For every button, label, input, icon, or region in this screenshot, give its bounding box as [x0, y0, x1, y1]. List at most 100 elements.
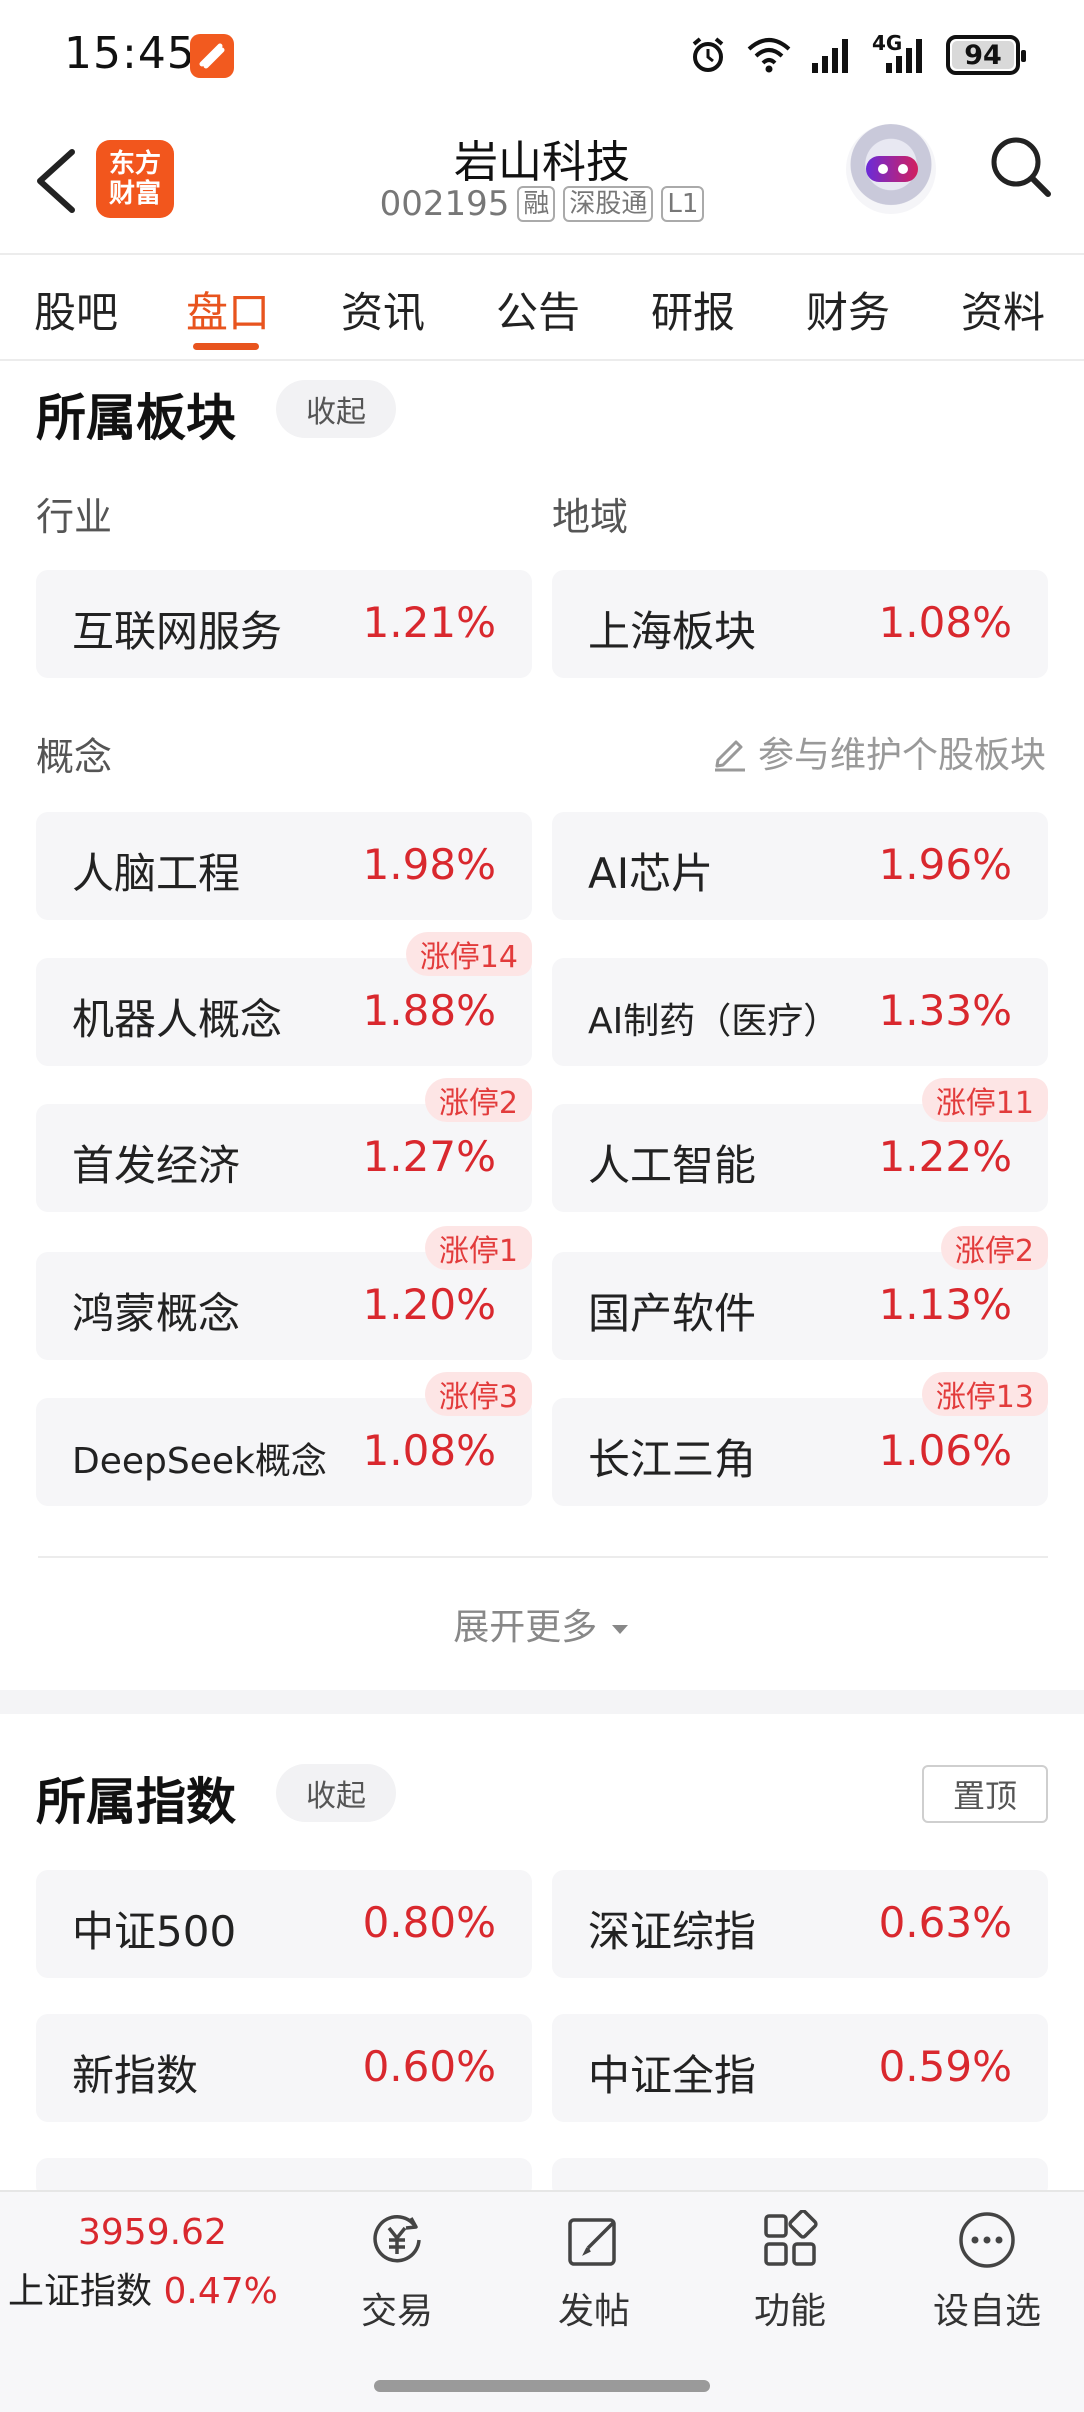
- nav-functions-label: 功能: [753, 2291, 826, 2332]
- status-bar: 15:45 4G 94: [0, 0, 1084, 110]
- pin-top-button[interactable]: 置顶: [922, 1765, 1048, 1823]
- index-name: 中证500: [72, 1907, 237, 1956]
- limit-up-badge: 涨停2: [940, 1226, 1048, 1270]
- index-change: 0.59%: [878, 2042, 1012, 2091]
- limit-up-badge: 涨停3: [424, 1372, 532, 1416]
- index-card[interactable]: 中证500 0.80%: [36, 1870, 532, 1978]
- region-label: 地域: [552, 495, 629, 539]
- index-change: 0.63%: [878, 1898, 1012, 1947]
- sectors-title: 所属板块: [36, 389, 236, 447]
- concept-name: 首发经济: [72, 1141, 241, 1190]
- concept-change: 1.13%: [878, 1280, 1012, 1329]
- concept-change: 1.98%: [362, 840, 496, 889]
- sector-change: 1.08%: [878, 598, 1012, 647]
- tab-news[interactable]: 资讯: [341, 279, 425, 340]
- tab-guba[interactable]: 股吧: [34, 279, 118, 340]
- index-card[interactable]: 新指数 0.60%: [36, 2014, 532, 2122]
- concept-card[interactable]: 涨停2 首发经济 1.27%: [36, 1078, 532, 1212]
- maintain-link-label: 参与维护个股板块: [757, 735, 1046, 776]
- concept-name: 机器人概念: [72, 995, 283, 1044]
- search-button[interactable]: [986, 132, 1056, 202]
- caret-down-icon: [611, 1625, 628, 1634]
- nav-post[interactable]: 发帖: [524, 2210, 664, 2334]
- index-card[interactable]: 深证综指 0.63%: [552, 1870, 1048, 1978]
- battery-indicator: 94: [946, 35, 1026, 75]
- trade-icon: [373, 2215, 421, 2263]
- sector-change: 1.21%: [362, 598, 496, 647]
- concept-card[interactable]: 人脑工程 1.98%: [36, 812, 532, 920]
- nav-functions[interactable]: 功能: [720, 2209, 860, 2334]
- app-notification-icon: [190, 34, 234, 78]
- signal-4g-icon: 4G: [872, 31, 928, 75]
- tab-pankou[interactable]: 盘口: [186, 279, 270, 340]
- index-name: 深证综指: [588, 1907, 757, 1956]
- concept-change: 1.88%: [362, 986, 496, 1035]
- tab-finance[interactable]: 财务: [806, 279, 890, 340]
- edit-icon: [714, 740, 745, 772]
- concept-change: 1.08%: [362, 1426, 496, 1475]
- concept-card[interactable]: 涨停14 机器人概念 1.88%: [36, 932, 532, 1066]
- section-separator: [0, 1690, 1084, 1714]
- tab-research[interactable]: 研报: [651, 279, 735, 340]
- concept-name: DeepSeek概念: [72, 1441, 327, 1482]
- index-name: 中证全指: [588, 2051, 757, 2100]
- concept-card[interactable]: 涨停13 长江三角 1.06%: [552, 1372, 1048, 1506]
- expand-more-label: 展开更多: [453, 1607, 598, 1648]
- active-tab-indicator: [193, 343, 259, 350]
- market-index-value: 3959.62: [78, 2212, 227, 2253]
- sector-name: 互联网服务: [72, 607, 283, 656]
- concept-change: 1.33%: [878, 986, 1012, 1035]
- home-indicator[interactable]: [374, 2380, 710, 2392]
- grid-icon: [764, 2209, 818, 2266]
- index-card[interactable]: 中证全指 0.59%: [552, 2014, 1048, 2122]
- wifi-icon: [747, 38, 791, 73]
- indices-title: 所属指数: [36, 1773, 236, 1831]
- industry-label: 行业: [36, 495, 113, 539]
- limit-up-badge: 涨停1: [424, 1226, 532, 1270]
- margin-tag: 融: [517, 186, 556, 222]
- limit-up-badge: 涨停14: [405, 932, 532, 976]
- connect-tag: 深股通: [563, 186, 654, 222]
- compose-icon: [568, 2218, 616, 2266]
- sectors-collapse-button[interactable]: 收起: [276, 380, 396, 438]
- tab-profile[interactable]: 资料: [961, 279, 1045, 340]
- indices-collapse-button[interactable]: 收起: [276, 1764, 396, 1822]
- tab-announcements[interactable]: 公告: [496, 279, 580, 340]
- industry-card[interactable]: 互联网服务 1.21%: [36, 570, 532, 678]
- concept-card[interactable]: 涨停11 人工智能 1.22%: [552, 1078, 1048, 1212]
- concept-card[interactable]: AI芯片 1.96%: [552, 812, 1048, 920]
- concept-name: AI芯片: [588, 849, 714, 898]
- concept-change: 1.06%: [878, 1426, 1012, 1475]
- concept-change: 1.22%: [878, 1132, 1012, 1181]
- region-card[interactable]: 上海板块 1.08%: [552, 570, 1048, 678]
- nav-trade[interactable]: 交易: [327, 2210, 467, 2334]
- nav-trade-label: 交易: [360, 2291, 433, 2332]
- concept-card[interactable]: 涨停3 DeepSeek概念 1.08%: [36, 1372, 532, 1506]
- assistant-robot-icon[interactable]: [846, 124, 936, 214]
- maintain-sectors-link[interactable]: 参与维护个股板块: [710, 726, 1046, 778]
- alarm-icon: [692, 37, 724, 72]
- concept-change: 1.20%: [362, 1280, 496, 1329]
- nav-post-label: 发帖: [557, 2291, 630, 2332]
- concept-card[interactable]: 涨停2 国产软件 1.13%: [552, 1226, 1048, 1360]
- concept-card[interactable]: AI制药（医疗） 1.33%: [552, 958, 1048, 1066]
- concept-name: 长江三角: [588, 1435, 757, 1484]
- concept-card[interactable]: 涨停1 鸿蒙概念 1.20%: [36, 1226, 532, 1360]
- nav-add-watchlist[interactable]: 设自选: [917, 2210, 1057, 2334]
- nav-add-watchlist-label: 设自选: [932, 2291, 1041, 2332]
- market-index-change: 0.47%: [163, 2271, 278, 2312]
- concept-label: 概念: [36, 735, 113, 779]
- search-icon: [991, 137, 1051, 197]
- bottom-bar: 3959.62 上证指数 0.47% 交易 发帖 功能 设自选: [0, 2190, 1084, 2412]
- limit-up-badge: 涨停13: [921, 1372, 1048, 1416]
- market-index-name-row: 上证指数 0.47%: [8, 2262, 278, 2314]
- index-name: 新指数: [72, 2051, 199, 2100]
- stock-code: 002195: [379, 184, 510, 224]
- status-time: 15:45: [64, 28, 196, 79]
- limit-up-badge: 涨停2: [424, 1078, 532, 1122]
- concept-change: 1.96%: [878, 840, 1012, 889]
- concept-name: 国产软件: [588, 1289, 757, 1338]
- section-divider: [38, 1556, 1048, 1558]
- expand-more-button[interactable]: 展开更多: [0, 1598, 1084, 1650]
- index-change: 0.60%: [362, 2042, 496, 2091]
